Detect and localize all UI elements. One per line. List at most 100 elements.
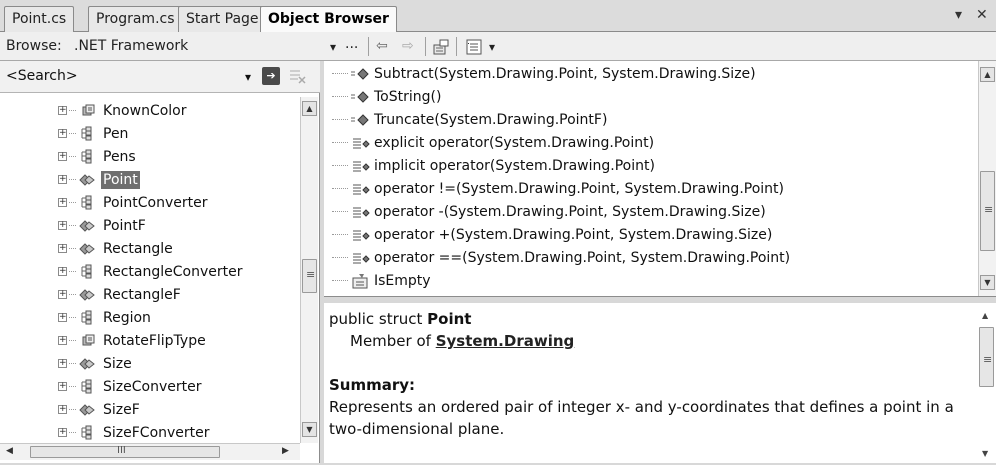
expand-plus-icon[interactable]: +	[58, 175, 67, 184]
scroll-up-icon[interactable]: ▲	[982, 305, 988, 327]
tree-connector	[332, 119, 348, 120]
expand-plus-icon[interactable]: +	[58, 313, 67, 322]
method-icon	[350, 89, 370, 105]
browse-scope-select[interactable]: .NET Framework	[74, 38, 188, 54]
member-item[interactable]: IsEmpty	[332, 269, 972, 292]
settings-dropdown-icon[interactable]: ▾	[489, 40, 495, 54]
search-go-icon[interactable]: ➔	[262, 67, 280, 85]
expand-plus-icon[interactable]: +	[58, 152, 67, 161]
tree-item[interactable]: + Rectangle	[58, 237, 298, 260]
member-item[interactable]: operator -(System.Drawing.Point, System.…	[332, 200, 972, 223]
member-item[interactable]: ToString()	[332, 85, 972, 108]
expand-plus-icon[interactable]: +	[58, 106, 67, 115]
scroll-down-icon[interactable]: ▼	[980, 275, 995, 290]
grip-icon: ≡	[984, 203, 994, 216]
member-item[interactable]: operator ==(System.Drawing.Point, System…	[332, 246, 972, 269]
tab-start-page[interactable]: Start Page	[178, 6, 267, 32]
member-item-label: operator !=(System.Drawing.Point, System…	[374, 180, 784, 197]
back-arrow-icon[interactable]: ⇦	[376, 38, 388, 54]
add-to-references-icon[interactable]	[432, 38, 450, 60]
tree-connector	[332, 142, 348, 143]
tree-connector	[69, 294, 76, 295]
tree-item[interactable]: + Pens	[58, 145, 298, 168]
search-input[interactable]: <Search>	[6, 68, 78, 84]
tree-connector	[69, 432, 76, 433]
member-item[interactable]: operator +(System.Drawing.Point, System.…	[332, 223, 972, 246]
expand-plus-icon[interactable]: +	[58, 221, 67, 230]
tab-point-cs[interactable]: Point.cs	[4, 6, 75, 32]
grip-icon: ≡	[306, 268, 316, 281]
scroll-right-icon[interactable]: ▶	[282, 446, 289, 456]
expand-plus-icon[interactable]: +	[58, 359, 67, 368]
expand-plus-icon[interactable]: +	[58, 267, 67, 276]
document-tab-strip: Point.cs Program.cs Start Page Object Br…	[0, 0, 996, 33]
scroll-down-icon[interactable]: ▼	[302, 422, 317, 437]
scrollbar-thumb[interactable]: ≡	[302, 259, 317, 293]
tab-program-cs[interactable]: Program.cs	[88, 6, 183, 32]
forward-arrow-icon[interactable]: ⇨	[402, 38, 414, 54]
edit-custom-component-set-button[interactable]: ...	[345, 36, 358, 52]
scrollbar-thumb[interactable]: ≡	[979, 327, 994, 387]
tree-item[interactable]: + SizeFConverter	[58, 421, 298, 443]
tree-connector	[69, 225, 76, 226]
tree-connector	[332, 280, 348, 281]
scroll-up-icon[interactable]: ▲	[980, 67, 995, 82]
scroll-down-icon[interactable]: ▼	[982, 443, 988, 465]
tab-object-browser[interactable]: Object Browser	[260, 6, 397, 33]
tree-item[interactable]: + Size	[58, 352, 298, 375]
scroll-left-icon[interactable]: ◀	[6, 446, 13, 456]
tree-vertical-scrollbar[interactable]: ▲ ≡ ▼	[300, 97, 318, 443]
clear-search-icon[interactable]	[288, 67, 306, 89]
tree-connector	[69, 202, 76, 203]
tree-item[interactable]: + RectangleF	[58, 283, 298, 306]
tree-item[interactable]: + SizeF	[58, 398, 298, 421]
tree-item-label: Pens	[103, 148, 136, 165]
tree-item[interactable]: + PointF	[58, 214, 298, 237]
member-item[interactable]: explicit operator(System.Drawing.Point)	[332, 131, 972, 154]
tree-horizontal-scrollbar[interactable]: ◀ III ▶	[0, 443, 300, 460]
scrollbar-thumb[interactable]: ≡	[980, 171, 995, 251]
member-item[interactable]: Truncate(System.Drawing.PointF)	[332, 108, 972, 131]
search-dropdown-icon[interactable]: ▾	[245, 70, 251, 84]
members-vertical-scrollbar[interactable]: ▲ ≡ ▼	[978, 61, 996, 296]
class-icon	[78, 425, 96, 441]
browse-scope-dropdown-icon[interactable]: ▾	[330, 40, 336, 54]
summary-text-line: Represents an ordered pair of integer x-…	[329, 398, 954, 416]
scrollbar-thumb[interactable]: III	[30, 445, 220, 458]
tree-item[interactable]: + Pen	[58, 122, 298, 145]
member-item-label: Subtract(System.Drawing.Point, System.Dr…	[374, 65, 756, 82]
scroll-up-icon[interactable]: ▲	[302, 101, 317, 116]
toolbar-separator	[425, 37, 426, 56]
member-item[interactable]: Subtract(System.Drawing.Point, System.Dr…	[332, 62, 972, 85]
expand-plus-icon[interactable]: +	[58, 405, 67, 414]
close-icon[interactable]: ✕	[976, 7, 988, 23]
expand-plus-icon[interactable]: +	[58, 336, 67, 345]
member-item[interactable]: implicit operator(System.Drawing.Point)	[332, 154, 972, 177]
tree-item[interactable]: + Region	[58, 306, 298, 329]
operator-icon	[350, 250, 370, 266]
struct-icon	[78, 402, 96, 418]
tree-item[interactable]: + KnownColor	[58, 99, 298, 122]
expand-plus-icon[interactable]: +	[58, 244, 67, 253]
namespace-link[interactable]: System.Drawing	[436, 332, 575, 350]
tree-connector	[332, 96, 348, 97]
tree-item-label: RectangleConverter	[103, 263, 243, 280]
tree-item[interactable]: + PointConverter	[58, 191, 298, 214]
expand-plus-icon[interactable]: +	[58, 428, 67, 437]
expand-plus-icon[interactable]: +	[58, 129, 67, 138]
tree-item[interactable]: + RectangleConverter	[58, 260, 298, 283]
member-item[interactable]: operator !=(System.Drawing.Point, System…	[332, 177, 972, 200]
chevron-down-icon[interactable]: ▾	[955, 7, 962, 23]
settings-list-icon[interactable]	[465, 38, 483, 60]
tree-item[interactable]: + SizeConverter	[58, 375, 298, 398]
tree-connector	[69, 386, 76, 387]
tree-connector	[332, 211, 348, 212]
tree-item[interactable]: + RotateFlipType	[58, 329, 298, 352]
tree-item[interactable]: + Point	[58, 168, 298, 191]
description-vertical-scrollbar[interactable]: ▲ ≡ ▼	[978, 303, 996, 463]
tree-item-label: Rectangle	[103, 240, 173, 257]
class-icon	[78, 149, 96, 165]
expand-plus-icon[interactable]: +	[58, 382, 67, 391]
expand-plus-icon[interactable]: +	[58, 290, 67, 299]
expand-plus-icon[interactable]: +	[58, 198, 67, 207]
